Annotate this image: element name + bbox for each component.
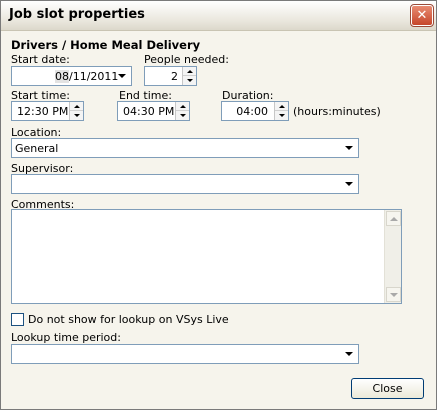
people-needed-value: 2 bbox=[171, 70, 178, 83]
scroll-down-icon[interactable] bbox=[386, 287, 401, 302]
people-needed-label: People needed: bbox=[144, 53, 229, 66]
chevron-down-icon bbox=[118, 74, 126, 78]
title-bar[interactable]: Job slot properties ✕ bbox=[1, 1, 436, 31]
start-time-field[interactable]: 12:30 PM bbox=[11, 101, 84, 121]
lookup-period-select[interactable] bbox=[11, 344, 359, 364]
window-title: Job slot properties bbox=[9, 7, 145, 22]
location-select[interactable]: General bbox=[11, 138, 359, 158]
start-date-rest-segment[interactable]: /11/2011 bbox=[69, 70, 118, 83]
duration-field[interactable]: 04:00 bbox=[221, 101, 289, 121]
comments-scrollbar[interactable] bbox=[384, 210, 401, 303]
window-close-button[interactable]: ✕ bbox=[410, 4, 434, 27]
duration-value: 04:00 bbox=[236, 105, 268, 118]
spin-down-icon[interactable] bbox=[183, 76, 196, 85]
spin-up-icon[interactable] bbox=[183, 67, 196, 76]
lookup-hide-label[interactable]: Do not show for lookup on VSys Live bbox=[28, 313, 229, 326]
duration-unit: (hours:minutes) bbox=[293, 105, 381, 118]
spin-up-icon[interactable] bbox=[176, 102, 189, 111]
end-time-value: 04:30 PM bbox=[123, 105, 175, 118]
spin-down-icon[interactable] bbox=[176, 111, 189, 120]
lookup-hide-checkbox[interactable] bbox=[11, 313, 24, 326]
spin-up-icon[interactable] bbox=[70, 102, 83, 111]
supervisor-select[interactable] bbox=[11, 174, 359, 194]
people-needed-spinner[interactable] bbox=[182, 67, 196, 85]
start-date-picker[interactable]: 08/11/2011 bbox=[11, 66, 132, 86]
start-date-month-segment[interactable]: 08 bbox=[55, 70, 69, 83]
start-time-spinner[interactable] bbox=[69, 102, 83, 120]
close-button[interactable]: Close bbox=[351, 378, 424, 399]
lookup-period-dropdown-button[interactable] bbox=[341, 346, 357, 362]
chevron-down-icon bbox=[345, 146, 353, 150]
duration-spinner[interactable] bbox=[274, 102, 288, 120]
close-icon: ✕ bbox=[416, 8, 428, 23]
dialog-window: Job slot properties ✕ Drivers / Home Mea… bbox=[0, 0, 437, 410]
location-value: General bbox=[15, 142, 59, 155]
supervisor-dropdown-button[interactable] bbox=[341, 176, 357, 192]
spin-down-icon[interactable] bbox=[275, 111, 288, 120]
lookup-period-label: Lookup time period: bbox=[11, 331, 121, 344]
location-dropdown-button[interactable] bbox=[341, 140, 357, 156]
scroll-up-icon[interactable] bbox=[386, 211, 401, 226]
comments-textarea[interactable] bbox=[11, 209, 402, 304]
start-date-label: Start date: bbox=[11, 53, 70, 66]
spin-up-icon[interactable] bbox=[275, 102, 288, 111]
end-time-spinner[interactable] bbox=[175, 102, 189, 120]
spin-down-icon[interactable] bbox=[70, 111, 83, 120]
start-time-value: 12:30 PM bbox=[17, 105, 69, 118]
end-time-field[interactable]: 04:30 PM bbox=[117, 101, 190, 121]
people-needed-stepper[interactable]: 2 bbox=[144, 66, 197, 86]
chevron-down-icon bbox=[345, 352, 353, 356]
job-heading: Drivers / Home Meal Delivery bbox=[11, 38, 201, 52]
chevron-down-icon bbox=[345, 182, 353, 186]
start-date-dropdown-button[interactable] bbox=[114, 68, 130, 84]
start-date-value: 08/11/2011 bbox=[55, 70, 118, 83]
